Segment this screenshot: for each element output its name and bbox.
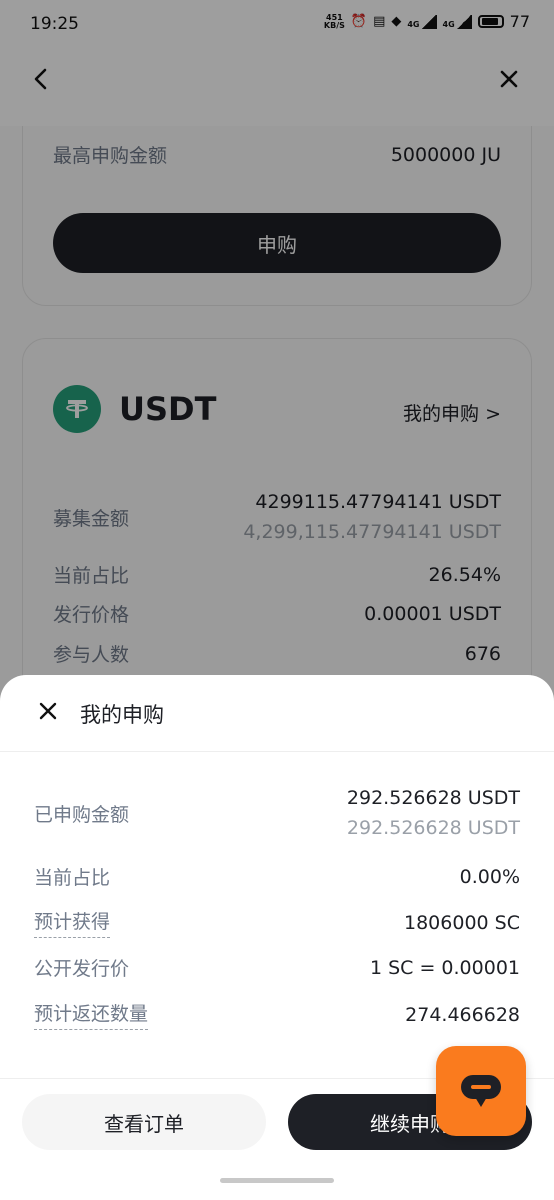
sheet-title: 我的申购 [80, 703, 164, 727]
refund-row: 预计返还数量 274.466628 [34, 999, 520, 1030]
share-row: 当前占比 0.00% [34, 863, 520, 890]
subscribed-amount-value: 292.526628 USDT [346, 787, 520, 809]
refund-label[interactable]: 预计返还数量 [34, 999, 149, 1030]
subscribed-amount-value-2: 292.526628 USDT [346, 817, 520, 839]
chat-support-button[interactable] [436, 1046, 526, 1136]
share-value: 0.00% [459, 865, 520, 888]
chat-bubble-icon [461, 1075, 501, 1107]
expected-label[interactable]: 预计获得 [34, 907, 111, 938]
subscribed-amount-row: 已申购金额 292.526628 USDT 292.526628 USDT [34, 787, 520, 839]
public-price-label: 公开发行价 [34, 958, 130, 980]
subscribed-amount-label: 已申购金额 [34, 803, 130, 826]
public-price-row: 公开发行价 1 SC = 0.00001 [34, 954, 520, 981]
share-label: 当前占比 [34, 867, 111, 889]
sheet-header: 我的申购 [0, 675, 554, 752]
public-price-value: 1 SC = 0.00001 [369, 956, 520, 979]
home-indicator [220, 1178, 334, 1183]
expected-value: 1806000 SC [404, 911, 520, 934]
expected-row: 预计获得 1806000 SC [34, 907, 520, 938]
close-icon[interactable] [36, 699, 60, 723]
view-orders-button[interactable]: 查看订单 [22, 1094, 266, 1150]
refund-value: 274.466628 [405, 1003, 520, 1026]
my-subscription-sheet: 我的申购 已申购金额 292.526628 USDT 292.526628 US… [0, 675, 554, 1200]
